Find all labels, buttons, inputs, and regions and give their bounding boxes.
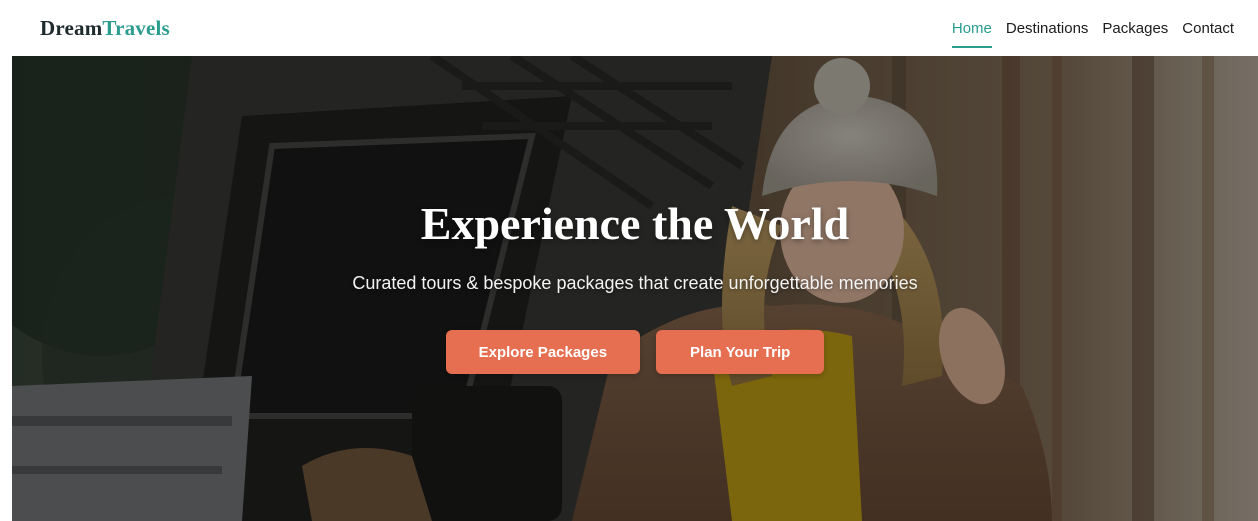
nav-item-packages[interactable]: Packages bbox=[1102, 16, 1168, 41]
hero-actions: Explore Packages Plan Your Trip bbox=[12, 330, 1258, 374]
site-header: Dream Travels Home Destinations Packages … bbox=[0, 0, 1258, 56]
brand-name-dream: Dream bbox=[40, 15, 103, 40]
brand-logo[interactable]: Dream Travels bbox=[40, 16, 170, 41]
hero-subtitle: Curated tours & bespoke packages that cr… bbox=[352, 273, 918, 293]
main-nav: Home Destinations Packages Contact bbox=[951, 0, 1234, 56]
nav-item-contact[interactable]: Contact bbox=[1182, 16, 1234, 41]
nav-item-home[interactable]: Home bbox=[951, 16, 992, 48]
hero-section: Experience the World Curated tours & bes… bbox=[12, 56, 1258, 521]
brand-name-travels: Travels bbox=[102, 15, 170, 40]
explore-packages-button[interactable]: Explore Packages bbox=[445, 330, 641, 374]
hero-title: Experience the World bbox=[420, 198, 850, 249]
plan-your-trip-button[interactable]: Plan Your Trip bbox=[656, 330, 825, 374]
nav-item-destinations[interactable]: Destinations bbox=[1006, 16, 1089, 41]
hero-content: Experience the World Curated tours & bes… bbox=[12, 196, 1258, 374]
